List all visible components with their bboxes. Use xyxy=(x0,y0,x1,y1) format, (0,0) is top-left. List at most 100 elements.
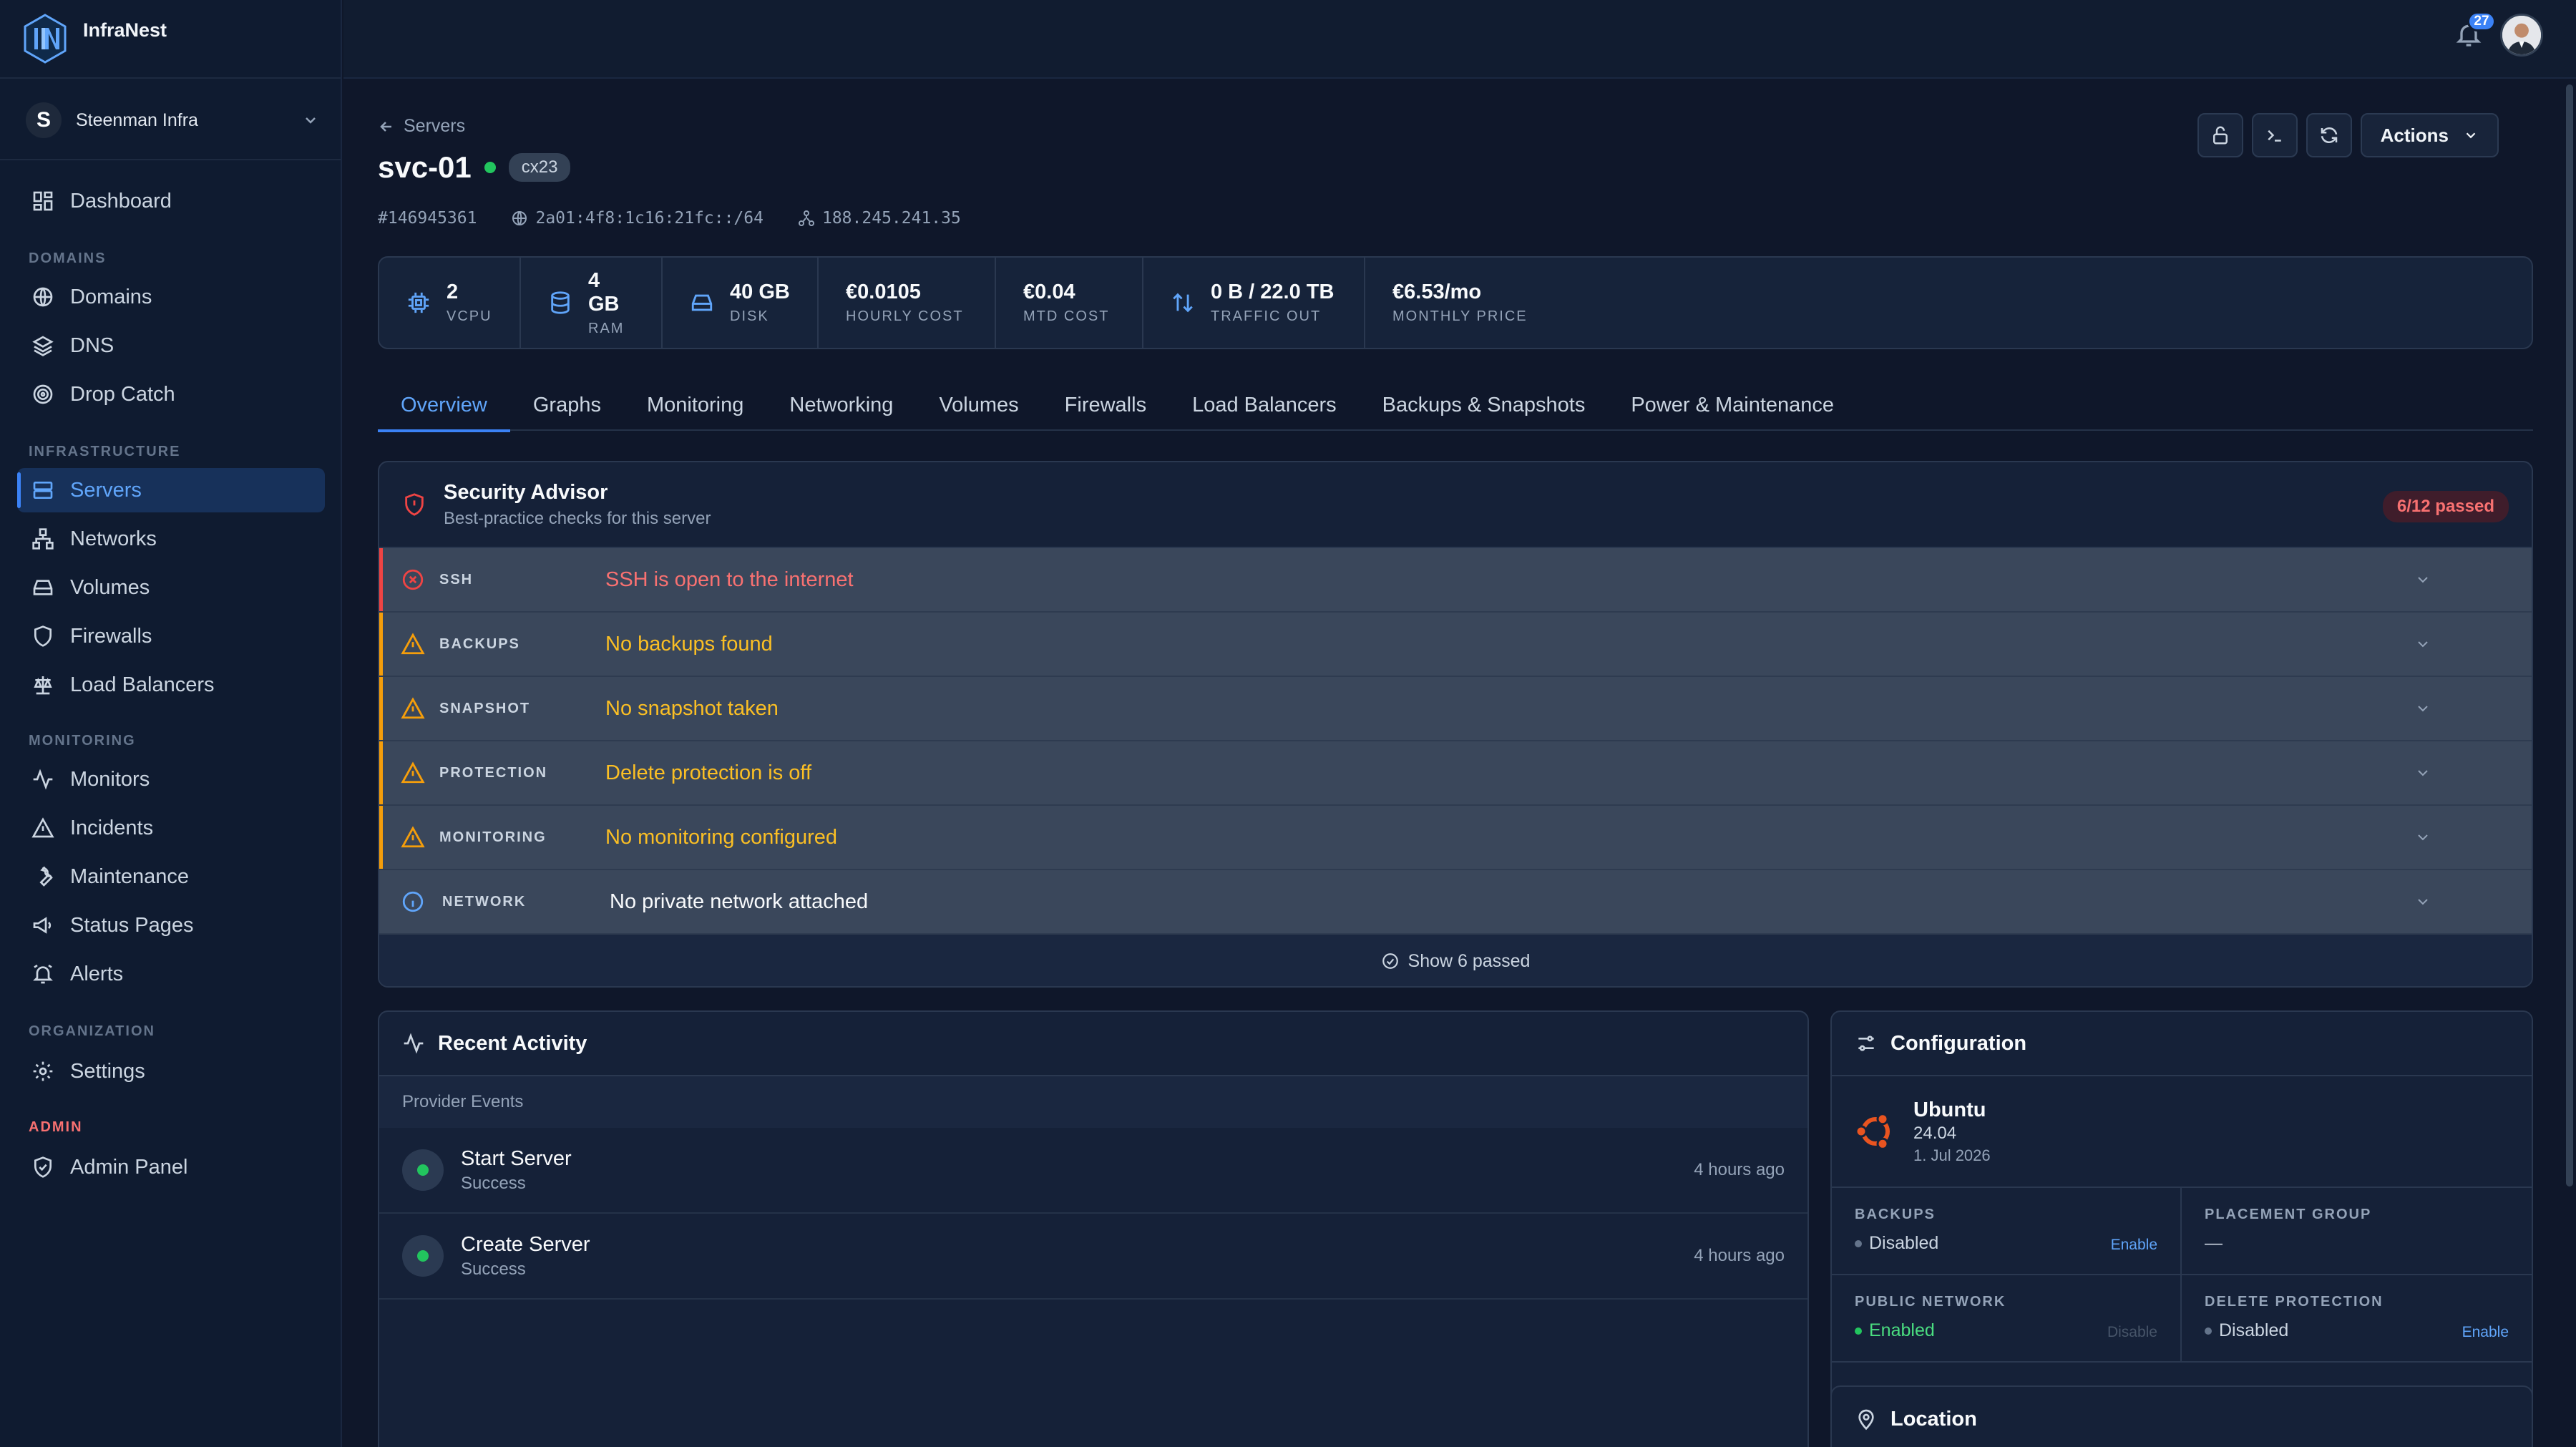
scrollbar-thumb[interactable] xyxy=(2566,84,2573,1187)
config-label: PUBLIC NETWORK xyxy=(1855,1294,2006,1310)
server-icon xyxy=(33,482,53,499)
sidebar-divider xyxy=(0,77,341,79)
globe-icon xyxy=(33,287,53,307)
sidebar-item-load-balancers[interactable]: Load Balancers xyxy=(17,663,325,707)
event-time: 4 hours ago xyxy=(1694,1246,1785,1265)
nav-section-infrastructure: INFRASTRUCTURE xyxy=(29,444,181,459)
stat-traffic-out: 0 B / 22.0 TB TRAFFIC OUT xyxy=(1143,258,1365,348)
brand[interactable]: InfraNest xyxy=(23,10,167,67)
enable-delete-protection-button[interactable]: Enable xyxy=(2462,1324,2509,1341)
disable-public-network-button[interactable]: Disable xyxy=(2107,1324,2157,1341)
config-public-network: PUBLIC NETWORK Enabled Disable xyxy=(1832,1275,2182,1363)
globe-icon xyxy=(512,211,527,225)
warning-icon xyxy=(401,697,425,719)
server-title-row: svc-01 cx23 xyxy=(378,150,571,185)
location-title: Location xyxy=(1890,1407,1977,1431)
check-row-backups[interactable]: BACKUPS No backups found xyxy=(379,613,2532,677)
stat-hourly-cost: €0.0105 HOURLY COST xyxy=(819,258,996,348)
sidebar-item-servers[interactable]: Servers xyxy=(17,468,325,512)
config-backups: BACKUPS Disabled Enable xyxy=(1832,1188,2182,1275)
notification-count-badge: 27 xyxy=(2467,11,2496,31)
warning-icon xyxy=(401,761,425,784)
layers-icon xyxy=(32,336,54,356)
sidebar-item-label: Maintenance xyxy=(70,864,190,888)
server-stats-bar: 2 VCPU 4 GB RAM 40 GB DISK €0.0105 HOURLY CO… xyxy=(378,256,2533,349)
activity-icon xyxy=(404,1033,424,1054)
sidebar-item-admin-panel[interactable]: Admin Panel xyxy=(17,1145,325,1189)
refresh-button[interactable] xyxy=(2306,113,2352,157)
sidebar-item-firewalls[interactable]: Firewalls xyxy=(17,614,325,658)
sidebar-item-label: Status Pages xyxy=(70,913,194,937)
actions-dropdown-button[interactable]: Actions xyxy=(2360,113,2499,157)
activity-event-row[interactable]: Create Server Success 4 hours ago xyxy=(379,1214,1807,1300)
sidebar-item-drop-catch[interactable]: Drop Catch xyxy=(17,372,325,416)
os-info: Ubuntu 24.04 1. Jul 2026 xyxy=(1832,1076,2532,1188)
sidebar-item-dashboard[interactable]: Dashboard xyxy=(17,179,325,223)
check-key: NETWORK xyxy=(442,893,527,910)
activity-event-row[interactable]: Start Server Success 4 hours ago xyxy=(379,1128,1807,1214)
sidebar: InfraNest S Steenman Infra Dashboard DOM… xyxy=(0,0,342,1447)
user-avatar[interactable] xyxy=(2500,14,2543,57)
sidebar-item-status-pages[interactable]: Status Pages xyxy=(17,903,325,947)
map-pin-icon xyxy=(1858,1409,1874,1431)
stat-label: DISK xyxy=(730,308,769,324)
hard-drive-icon xyxy=(691,294,713,311)
chevron-down-icon xyxy=(306,117,316,124)
check-row-protection[interactable]: PROTECTION Delete protection is off xyxy=(379,741,2532,806)
config-value-text: — xyxy=(2205,1233,2223,1253)
sidebar-item-dns[interactable]: DNS xyxy=(17,323,325,368)
show-passed-label: Show 6 passed xyxy=(1407,950,1531,971)
lock-button[interactable] xyxy=(2197,113,2243,157)
stat-label: MONTHLY PRICE xyxy=(1392,308,1528,324)
enable-backups-button[interactable]: Enable xyxy=(2111,1237,2157,1254)
chevron-down-icon xyxy=(2418,770,2428,776)
sidebar-divider xyxy=(0,159,341,160)
ipv6-value: 2a01:4f8:1c16:21fc::/64 xyxy=(535,209,763,228)
nav-section-monitoring: MONITORING xyxy=(29,733,136,749)
check-row-monitoring[interactable]: MONITORING No monitoring configured xyxy=(379,806,2532,870)
sidebar-item-domains[interactable]: Domains xyxy=(17,275,325,319)
configuration-title: Configuration xyxy=(1890,1031,2027,1055)
check-row-network[interactable]: NETWORK No private network attached xyxy=(379,870,2532,935)
tab-power-maintenance[interactable]: Power & Maintenance xyxy=(1608,379,1857,431)
sidebar-item-label: Drop Catch xyxy=(70,382,175,406)
sidebar-item-incidents[interactable]: Incidents xyxy=(17,806,325,850)
tab-networking[interactable]: Networking xyxy=(766,379,916,431)
show-passed-button[interactable]: Show 6 passed xyxy=(379,935,2532,986)
event-time: 4 hours ago xyxy=(1694,1160,1785,1179)
page-title: svc-01 xyxy=(378,150,472,184)
sidebar-item-alerts[interactable]: Alerts xyxy=(17,952,325,996)
console-button[interactable] xyxy=(2251,113,2298,157)
config-value-text: Disabled xyxy=(2219,1320,2289,1340)
arrows-up-down-icon xyxy=(1173,293,1193,313)
ipv6-address[interactable]: 2a01:4f8:1c16:21fc::/64 xyxy=(511,209,763,228)
os-name: Ubuntu xyxy=(1913,1098,1986,1121)
activity-icon xyxy=(33,769,53,790)
stat-label: VCPU xyxy=(447,308,492,324)
tab-graphs[interactable]: Graphs xyxy=(510,379,624,431)
sidebar-item-maintenance[interactable]: Maintenance xyxy=(17,854,325,899)
check-row-ssh[interactable]: SSH SSH is open to the internet xyxy=(379,548,2532,613)
sidebar-item-monitors[interactable]: Monitors xyxy=(17,757,325,802)
location-header: Location xyxy=(1832,1387,2532,1447)
info-icon xyxy=(402,891,424,912)
sidebar-item-settings[interactable]: Settings xyxy=(17,1049,325,1093)
nav-section-admin: ADMIN xyxy=(29,1119,83,1135)
tab-load-balancers[interactable]: Load Balancers xyxy=(1169,379,1360,431)
sidebar-item-networks[interactable]: Networks xyxy=(17,517,325,561)
sidebar-item-volumes[interactable]: Volumes xyxy=(17,565,325,610)
event-status: Success xyxy=(461,1259,526,1279)
sidebar-item-label: DNS xyxy=(70,333,114,357)
tab-overview[interactable]: Overview xyxy=(378,379,510,432)
security-advisor-header: Security Advisor Best-practice checks fo… xyxy=(379,462,2532,548)
shield-alert-icon xyxy=(405,493,424,516)
breadcrumb[interactable]: Servers xyxy=(378,116,465,137)
tab-volumes[interactable]: Volumes xyxy=(916,379,1041,431)
tab-monitoring[interactable]: Monitoring xyxy=(624,379,766,431)
org-switcher[interactable]: S Steenman Infra xyxy=(26,100,319,140)
tab-backups-snapshots[interactable]: Backups & Snapshots xyxy=(1360,379,1609,431)
tab-firewalls[interactable]: Firewalls xyxy=(1042,379,1169,431)
ipv4-address[interactable]: 188.245.241.35 xyxy=(798,209,961,228)
check-message: No monitoring configured xyxy=(605,825,838,849)
check-row-snapshot[interactable]: SNAPSHOT No snapshot taken xyxy=(379,677,2532,741)
